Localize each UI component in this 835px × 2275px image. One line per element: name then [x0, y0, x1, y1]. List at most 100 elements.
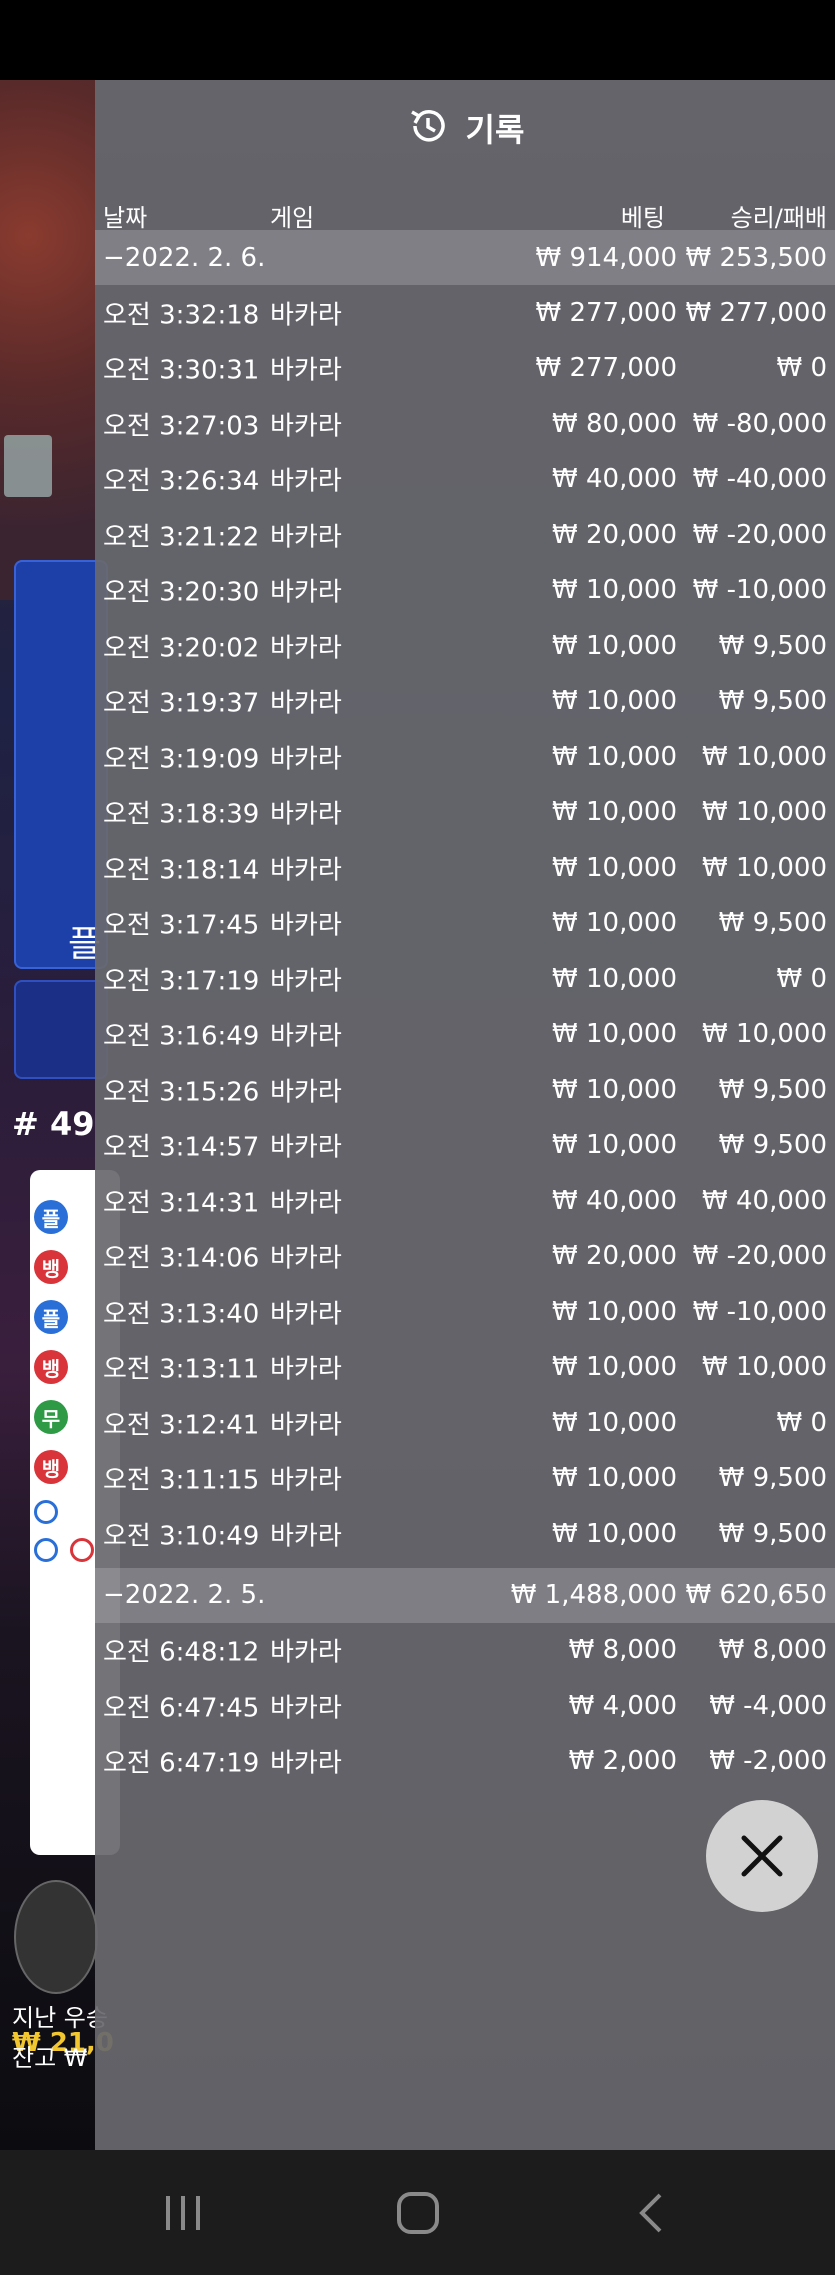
row-bet: ₩ 80,000: [552, 408, 677, 439]
close-icon: [741, 1835, 783, 1877]
history-row[interactable]: 오전 6:48:12 바카라 ₩ 8,000 ₩ 8,000: [95, 1623, 835, 1679]
close-button[interactable]: [706, 1800, 818, 1912]
dealer-table-image: [0, 80, 95, 600]
row-time: 오전 3:20:30: [103, 577, 260, 608]
bead-banker: 뱅: [34, 1250, 68, 1284]
row-game: 바카라: [270, 744, 342, 775]
recent-apps-icon[interactable]: [160, 2190, 206, 2247]
row-bet: ₩ 40,000: [552, 464, 677, 495]
row-result: ₩ -10,000: [692, 1296, 827, 1327]
row-result: ₩ 10,000: [702, 797, 827, 828]
row-time: 오전 3:26:34: [103, 466, 260, 497]
row-time: 오전 3:14:31: [103, 1188, 260, 1219]
history-row[interactable]: 오전 3:21:22 바카라 ₩ 20,000 ₩ -20,000: [95, 507, 835, 563]
row-time: 오전 3:27:03: [103, 411, 260, 442]
row-game: 바카라: [270, 910, 342, 941]
row-time: 오전 3:30:31: [103, 355, 260, 386]
row-game: 바카라: [270, 1521, 342, 1552]
history-row[interactable]: 오전 3:18:39 바카라 ₩ 10,000 ₩ 10,000: [95, 785, 835, 841]
row-game: 바카라: [270, 300, 342, 331]
row-game: 바카라: [270, 799, 342, 830]
row-game: 바카라: [270, 1693, 342, 1724]
row-bet: ₩ 10,000: [552, 852, 677, 883]
row-game: 바카라: [270, 522, 342, 553]
panel-title: 기록: [465, 110, 525, 149]
row-result: ₩ 10,000: [702, 1352, 827, 1383]
history-row[interactable]: 오전 3:11:15 바카라 ₩ 10,000 ₩ 9,500: [95, 1451, 835, 1507]
row-time: 오전 3:17:19: [103, 966, 260, 997]
history-row[interactable]: 오전 3:19:09 바카라 ₩ 10,000 ₩ 10,000: [95, 729, 835, 785]
row-result: ₩ -20,000: [692, 519, 827, 550]
history-row[interactable]: 오전 3:14:57 바카라 ₩ 10,000 ₩ 9,500: [95, 1118, 835, 1174]
history-row[interactable]: 오전 6:47:19 바카라 ₩ 2,000 ₩ -2,000: [95, 1734, 835, 1790]
row-time: 오전 6:47:19: [103, 1748, 260, 1779]
balance-label: 잔고 ₩: [12, 2044, 88, 2072]
row-bet: ₩ 8,000: [568, 1635, 677, 1666]
history-row[interactable]: 오전 3:17:19 바카라 ₩ 10,000 ₩ 0: [95, 951, 835, 1007]
row-result: ₩ 9,500: [718, 1518, 827, 1549]
row-time: 오전 6:47:45: [103, 1693, 260, 1724]
history-row[interactable]: 오전 3:13:40 바카라 ₩ 10,000 ₩ -10,000: [95, 1284, 835, 1340]
row-game: 바카라: [270, 1465, 342, 1496]
bead-player: 플: [34, 1200, 68, 1234]
row-bet: ₩ 20,000: [552, 1241, 677, 1272]
row-bet: ₩ 40,000: [552, 1185, 677, 1216]
row-time: 오전 3:18:14: [103, 855, 260, 886]
history-row[interactable]: 오전 3:32:18 바카라 ₩ 277,000 ₩ 277,000: [95, 285, 835, 341]
row-game: 바카라: [270, 577, 342, 608]
row-bet: ₩ 10,000: [552, 797, 677, 828]
row-time: 오전 3:13:11: [103, 1354, 260, 1385]
row-time: 오전 3:19:09: [103, 744, 260, 775]
row-result: ₩ 0: [776, 963, 827, 994]
row-result: ₩ 9,500: [718, 686, 827, 717]
day-date: −2022. 2. 6.: [103, 242, 266, 273]
pair-bet-area[interactable]: [14, 980, 108, 1079]
row-time: 오전 3:10:49: [103, 1521, 260, 1552]
history-row[interactable]: 오전 3:12:41 바카라 ₩ 10,000 ₩ 0: [95, 1395, 835, 1451]
home-icon[interactable]: [395, 2190, 441, 2247]
row-game: 바카라: [270, 1410, 342, 1441]
row-time: 오전 3:20:02: [103, 633, 260, 664]
row-game: 바카라: [270, 1243, 342, 1274]
day-summary-row[interactable]: −2022. 2. 5. ₩ 1,488,000 ₩ 620,650: [95, 1567, 835, 1623]
row-time: 오전 3:15:26: [103, 1077, 260, 1108]
chip-stack-icon[interactable]: [14, 1880, 98, 1994]
player-bet-area[interactable]: [14, 560, 108, 969]
bead-banker: 뱅: [34, 1450, 68, 1484]
row-bet: ₩ 10,000: [552, 908, 677, 939]
last-win-label: 지난 우승: [12, 2004, 108, 2032]
row-result: ₩ 0: [776, 353, 827, 384]
history-row[interactable]: 오전 6:47:45 바카라 ₩ 4,000 ₩ -4,000: [95, 1678, 835, 1734]
history-row[interactable]: 오전 3:14:06 바카라 ₩ 20,000 ₩ -20,000: [95, 1229, 835, 1285]
history-row[interactable]: 오전 3:30:31 바카라 ₩ 277,000 ₩ 0: [95, 341, 835, 397]
history-row[interactable]: 오전 3:17:45 바카라 ₩ 10,000 ₩ 9,500: [95, 896, 835, 952]
row-bet: ₩ 20,000: [552, 519, 677, 550]
history-row[interactable]: 오전 3:19:37 바카라 ₩ 10,000 ₩ 9,500: [95, 674, 835, 730]
history-row[interactable]: 오전 3:26:34 바카라 ₩ 40,000 ₩ -40,000: [95, 452, 835, 508]
history-row[interactable]: 오전 3:20:02 바카라 ₩ 10,000 ₩ 9,500: [95, 618, 835, 674]
history-row[interactable]: 오전 3:20:30 바카라 ₩ 10,000 ₩ -10,000: [95, 563, 835, 619]
big-road-ring: [34, 1538, 58, 1562]
row-time: 오전 3:21:22: [103, 522, 260, 553]
history-row[interactable]: 오전 3:18:14 바카라 ₩ 10,000 ₩ 10,000: [95, 840, 835, 896]
day-date: −2022. 2. 5.: [103, 1580, 266, 1610]
history-row[interactable]: 오전 3:16:49 바카라 ₩ 10,000 ₩ 10,000: [95, 1007, 835, 1063]
row-time: 오전 3:16:49: [103, 1021, 260, 1052]
row-game: 바카라: [270, 411, 342, 442]
row-time: 오전 3:14:57: [103, 1132, 260, 1163]
row-game: 바카라: [270, 1637, 342, 1668]
history-row[interactable]: 오전 3:27:03 바카라 ₩ 80,000 ₩ -80,000: [95, 396, 835, 452]
history-list: −2022. 2. 6. ₩ 914,000 ₩ 253,500 오전 3:32:18…: [95, 230, 835, 1789]
row-time: 오전 3:12:41: [103, 1410, 260, 1441]
back-icon[interactable]: [630, 2190, 676, 2247]
row-result: ₩ -4,000: [709, 1690, 827, 1721]
history-row[interactable]: 오전 3:15:26 바카라 ₩ 10,000 ₩ 9,500: [95, 1062, 835, 1118]
history-row[interactable]: 오전 3:14:31 바카라 ₩ 40,000 ₩ 40,000: [95, 1173, 835, 1229]
day-summary-row[interactable]: −2022. 2. 6. ₩ 914,000 ₩ 253,500: [95, 230, 835, 285]
row-time: 오전 6:48:12: [103, 1637, 260, 1668]
row-game: 바카라: [270, 1188, 342, 1219]
history-row[interactable]: 오전 3:10:49 바카라 ₩ 10,000 ₩ 9,500: [95, 1506, 835, 1562]
row-bet: ₩ 10,000: [552, 1407, 677, 1438]
history-row[interactable]: 오전 3:13:11 바카라 ₩ 10,000 ₩ 10,000: [95, 1340, 835, 1396]
bead-tie: 무: [34, 1400, 68, 1434]
